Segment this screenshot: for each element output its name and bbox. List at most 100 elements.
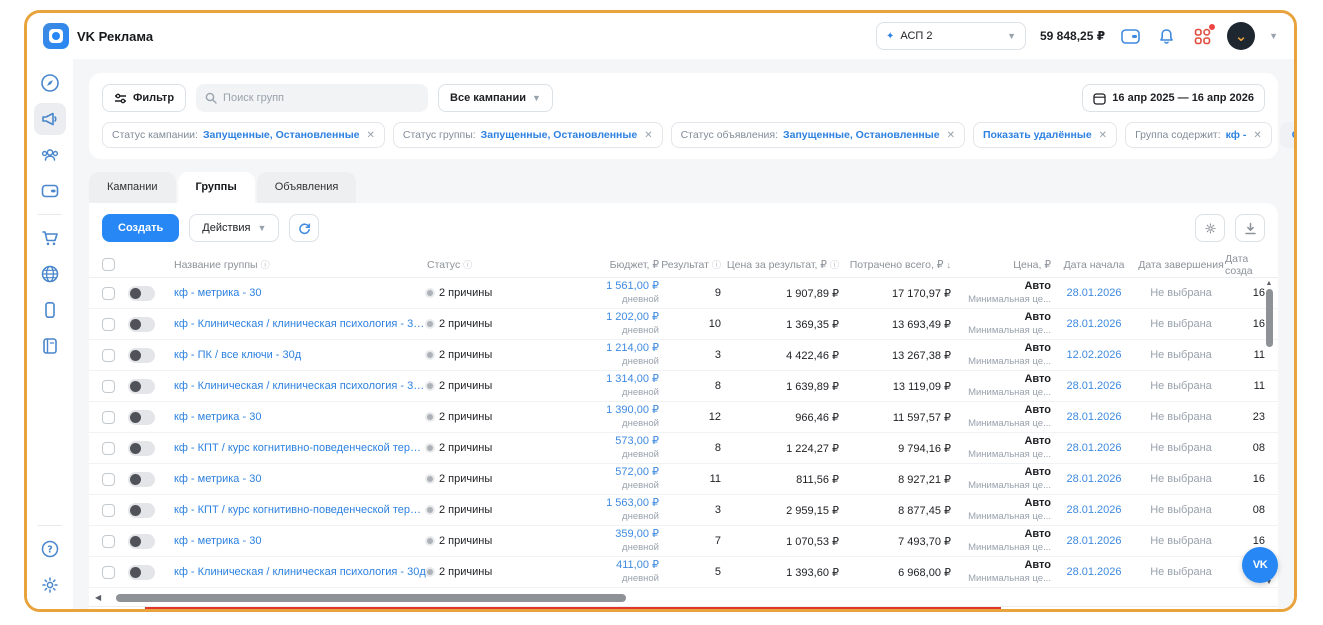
status-text[interactable]: 2 причины — [439, 318, 492, 330]
filter-chip[interactable]: Группа содержит: кф - ✕ — [1125, 122, 1272, 148]
row-checkbox[interactable] — [102, 318, 115, 331]
filter-chip[interactable]: Показать удалённые ✕ — [973, 122, 1117, 148]
refresh-button[interactable] — [289, 214, 319, 242]
col-end-date[interactable]: Дата завершения — [1138, 259, 1224, 271]
table-row[interactable]: кф - Клиническая / клиническая психологи… — [89, 309, 1278, 340]
vk-ads-logo-icon[interactable] — [43, 23, 69, 49]
row-toggle[interactable] — [128, 410, 155, 425]
row-toggle[interactable] — [128, 565, 155, 580]
group-name-link[interactable]: кф - Клиническая / клиническая психологи… — [174, 380, 427, 392]
group-name-link[interactable]: кф - КПТ / курс когнитивно-поведенческой… — [174, 504, 427, 516]
tab-campaigns[interactable]: Кампании — [89, 172, 176, 203]
account-selector[interactable]: ✦ АСП 2 ▼ — [876, 22, 1026, 50]
status-text[interactable]: 2 причины — [439, 287, 492, 299]
horizontal-scrollbar[interactable]: ◀ — [89, 588, 1278, 606]
budget-value[interactable]: 1 563,00 ₽ — [606, 497, 659, 511]
megaphone-icon[interactable] — [34, 103, 66, 135]
col-start-date[interactable]: Дата начала — [1064, 259, 1125, 271]
budget-value[interactable]: 1 314,00 ₽ — [606, 373, 659, 387]
col-budget[interactable]: Бюджет, ₽ — [610, 259, 659, 271]
filter-chip[interactable]: Статус объявления: Запущенные, Остановле… — [671, 122, 965, 148]
chip-remove-icon[interactable]: ✕ — [1099, 130, 1107, 141]
col-result[interactable]: Результат — [661, 259, 709, 271]
settings-gear-icon[interactable] — [34, 569, 66, 601]
vk-support-button[interactable]: VK — [1242, 547, 1278, 583]
wallet-icon[interactable] — [1119, 25, 1141, 47]
campaign-scope-dropdown[interactable]: Все кампании ▼ — [438, 84, 553, 112]
col-status[interactable]: Статус — [427, 259, 460, 271]
create-button[interactable]: Создать — [102, 214, 179, 242]
table-row[interactable]: кф - ПК / все ключи - 30д 2 причины 1 21… — [89, 340, 1278, 371]
group-name-link[interactable]: кф - Клиническая / клиническая психологи… — [174, 318, 427, 330]
row-checkbox[interactable] — [102, 349, 115, 362]
table-row[interactable]: кф - метрика - 30 2 причины 359,00 ₽днев… — [89, 526, 1278, 557]
search-input[interactable]: Поиск групп — [196, 84, 428, 112]
chip-remove-icon[interactable]: ✕ — [947, 130, 955, 141]
scroll-up-icon[interactable]: ▲ — [1266, 280, 1273, 287]
row-toggle[interactable] — [128, 472, 155, 487]
date-range-picker[interactable]: 16 апр 2025 — 16 апр 2026 — [1082, 84, 1265, 112]
row-checkbox[interactable] — [102, 504, 115, 517]
row-toggle[interactable] — [128, 317, 155, 332]
status-text[interactable]: 2 причины — [439, 411, 492, 423]
group-name-link[interactable]: кф - Клиническая / клиническая психологи… — [174, 566, 427, 578]
group-name-link[interactable]: кф - КПТ / курс когнитивно-поведенческой… — [174, 442, 427, 454]
row-checkbox[interactable] — [102, 287, 115, 300]
row-checkbox[interactable] — [102, 442, 115, 455]
row-toggle[interactable] — [128, 348, 155, 363]
notifications-bell-icon[interactable] — [1155, 25, 1177, 47]
budget-value[interactable]: 572,00 ₽ — [615, 466, 659, 480]
globe-icon[interactable] — [34, 258, 66, 290]
budget-value[interactable]: 1 561,00 ₽ — [606, 280, 659, 294]
table-row[interactable]: кф - КПТ / курс когнитивно-поведенческой… — [89, 495, 1278, 526]
budget-value[interactable]: 1 214,00 ₽ — [606, 342, 659, 356]
chip-remove-icon[interactable]: ✕ — [367, 130, 375, 141]
table-row[interactable]: кф - Клиническая / клиническая психологи… — [89, 371, 1278, 402]
status-text[interactable]: 2 причины — [439, 473, 492, 485]
col-price[interactable]: Цена, ₽ — [1013, 259, 1051, 271]
vertical-scrollbar[interactable]: ▲ ▼ — [1264, 280, 1274, 586]
row-toggle[interactable] — [128, 534, 155, 549]
avatar[interactable]: ⌄ — [1227, 22, 1255, 50]
wallet-card-icon[interactable] — [34, 175, 66, 207]
mobile-icon[interactable] — [34, 294, 66, 326]
filter-chip[interactable]: Статус кампании: Запущенные, Остановленн… — [102, 122, 385, 148]
chip-remove-icon[interactable]: ✕ — [644, 130, 652, 141]
cart-icon[interactable] — [34, 222, 66, 254]
audience-icon[interactable] — [34, 139, 66, 171]
horizontal-scroll-thumb[interactable] — [116, 594, 626, 602]
col-name[interactable]: Название группы — [174, 259, 258, 271]
status-text[interactable]: 2 причины — [439, 442, 492, 454]
row-checkbox[interactable] — [102, 473, 115, 486]
budget-value[interactable]: 1 202,00 ₽ — [606, 311, 659, 325]
row-toggle[interactable] — [128, 286, 155, 301]
tab-groups[interactable]: Группы — [178, 172, 255, 203]
group-name-link[interactable]: кф - ПК / все ключи - 30д — [174, 349, 427, 361]
filter-button[interactable]: Фильтр — [102, 84, 186, 112]
row-checkbox[interactable] — [102, 380, 115, 393]
scroll-left-icon[interactable]: ◀ — [95, 593, 101, 602]
group-name-link[interactable]: кф - метрика - 30 — [174, 287, 427, 299]
table-settings-button[interactable] — [1195, 214, 1225, 242]
select-all-checkbox[interactable] — [102, 258, 115, 271]
row-toggle[interactable] — [128, 503, 155, 518]
table-row[interactable]: кф - метрика - 30 2 причины 1 390,00 ₽дн… — [89, 402, 1278, 433]
vertical-scroll-thumb[interactable] — [1266, 289, 1273, 347]
table-row[interactable]: кф - КПТ / курс когнитивно-поведенческой… — [89, 433, 1278, 464]
start-date-link[interactable]: 28.01.2026 — [1066, 535, 1121, 547]
group-name-link[interactable]: кф - метрика - 30 — [174, 411, 427, 423]
export-download-button[interactable] — [1235, 214, 1265, 242]
status-text[interactable]: 2 причины — [439, 566, 492, 578]
col-cost-per-result[interactable]: Цена за результат, ₽ — [727, 259, 827, 271]
start-date-link[interactable]: 28.01.2026 — [1066, 380, 1121, 392]
account-menu-chevron-icon[interactable]: ▼ — [1269, 31, 1278, 41]
table-row[interactable]: кф - метрика - 30 2 причины 1 561,00 ₽дн… — [89, 278, 1278, 309]
apps-grid-icon[interactable] — [1191, 25, 1213, 47]
budget-value[interactable]: 359,00 ₽ — [615, 528, 659, 542]
start-date-link[interactable]: 28.01.2026 — [1066, 473, 1121, 485]
start-date-link[interactable]: 28.01.2026 — [1066, 318, 1121, 330]
save-filters-button[interactable]: Сохранить — [1280, 122, 1294, 148]
filter-chip[interactable]: Статус группы: Запущенные, Остановленные… — [393, 122, 663, 148]
table-row[interactable]: кф - Клиническая / клиническая психологи… — [89, 557, 1278, 588]
budget-value[interactable]: 411,00 ₽ — [616, 559, 659, 573]
